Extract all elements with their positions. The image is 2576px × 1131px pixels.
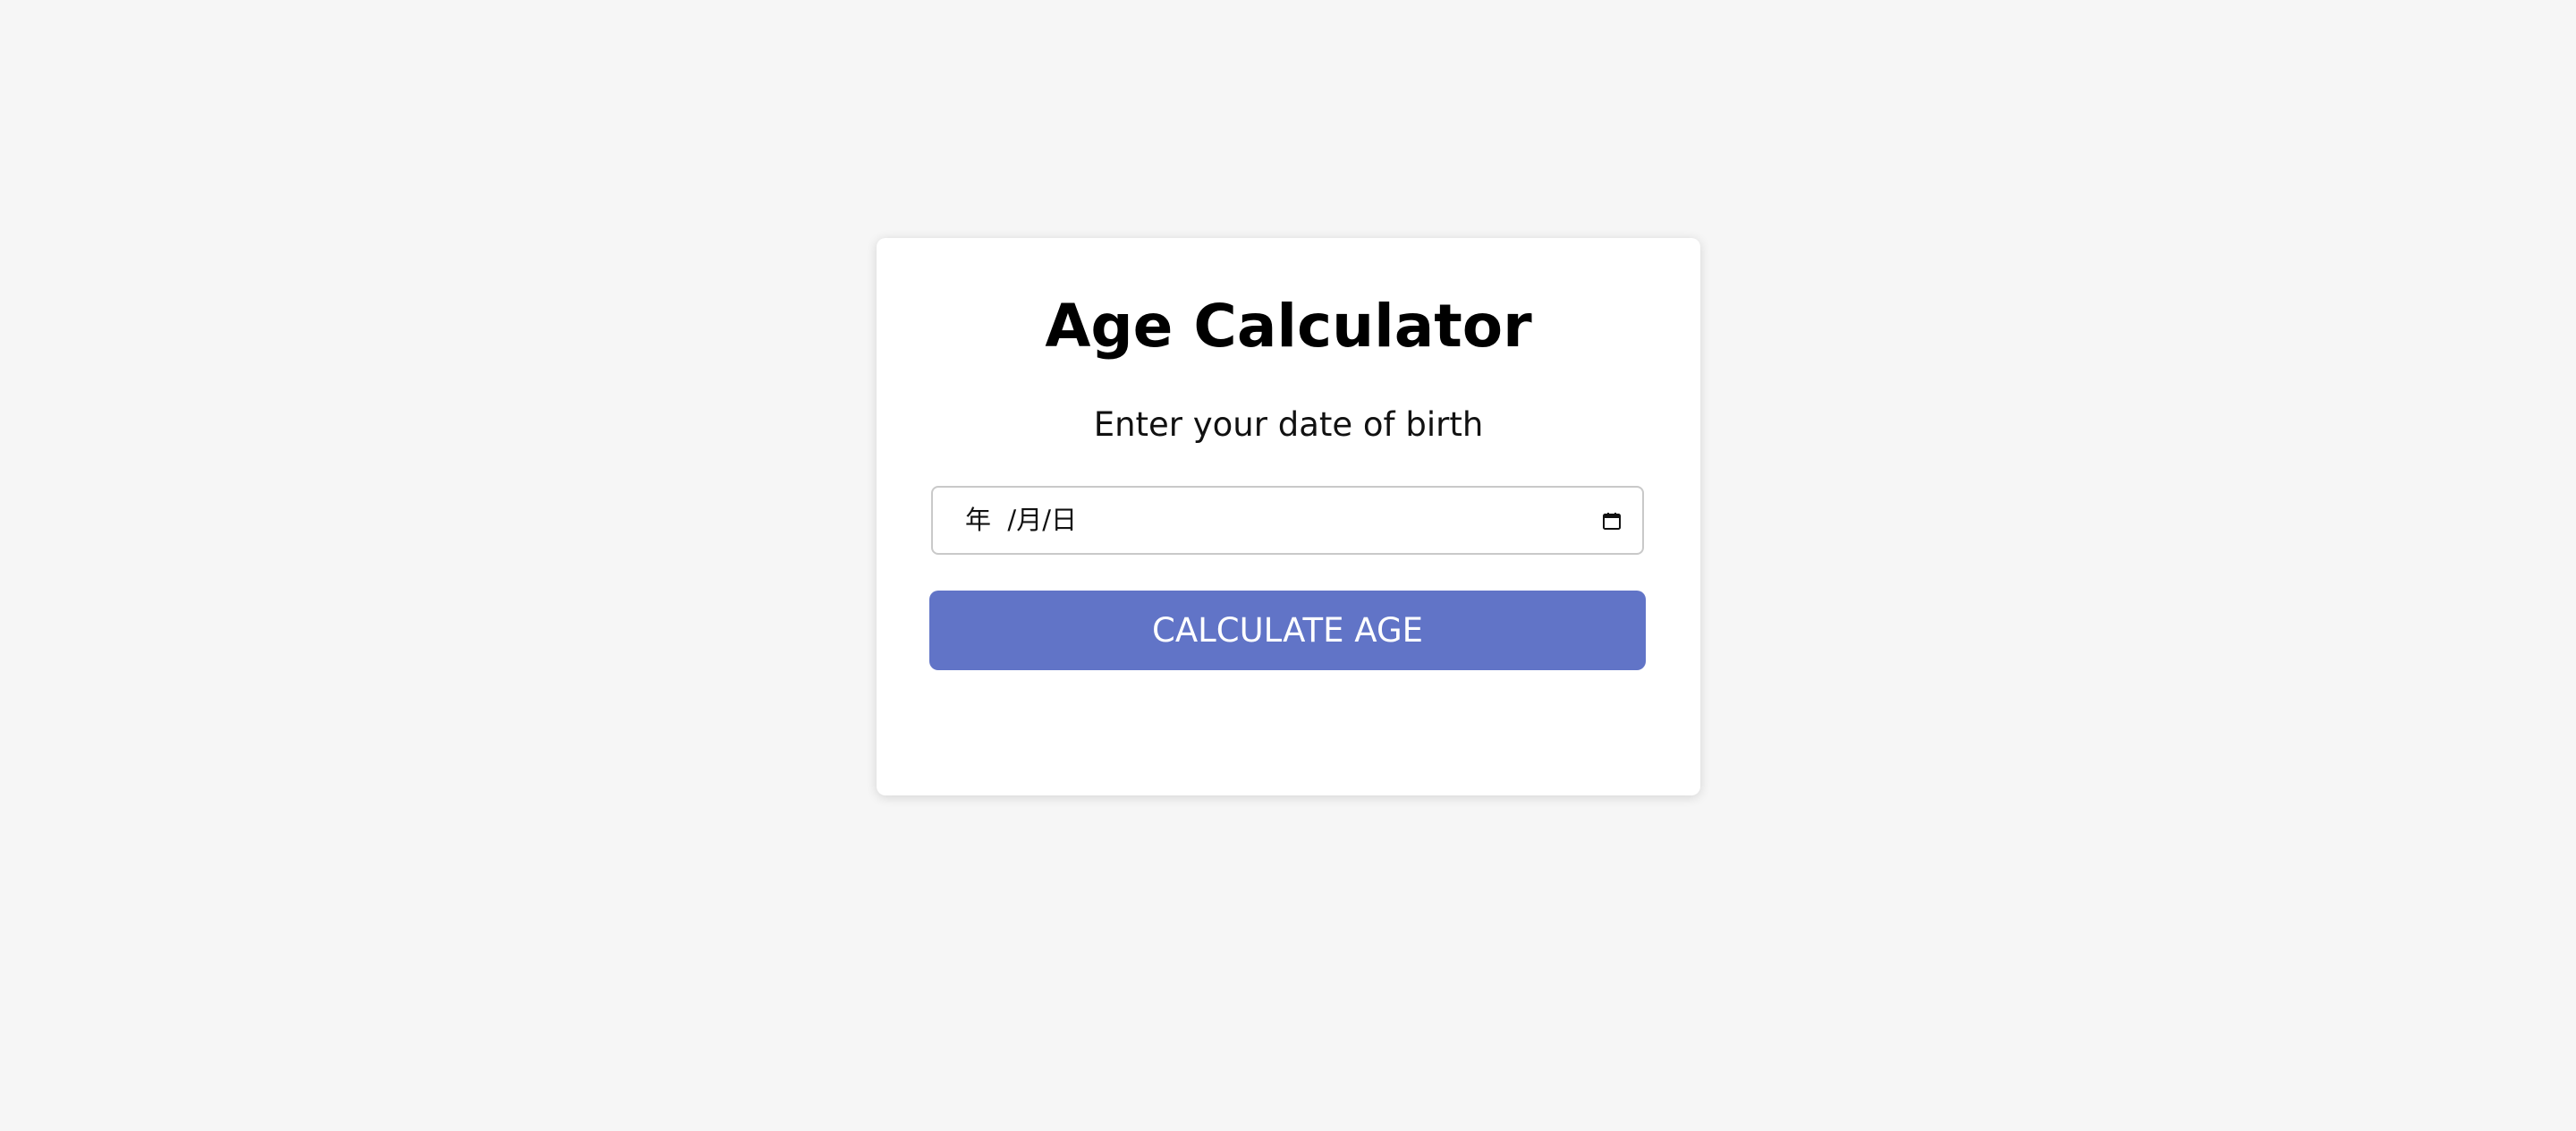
- date-placeholder: 年 /月/日: [965, 505, 1077, 535]
- date-of-birth-input[interactable]: 年 /月/日: [931, 486, 1644, 555]
- calculate-age-button[interactable]: CALCULATE AGE: [929, 591, 1646, 670]
- age-calculator-card: Age Calculator Enter your date of birth …: [877, 238, 1700, 795]
- page-title: Age Calculator: [1045, 292, 1532, 361]
- date-of-birth-label: Enter your date of birth: [1093, 405, 1484, 444]
- calendar-icon[interactable]: [1601, 510, 1623, 531]
